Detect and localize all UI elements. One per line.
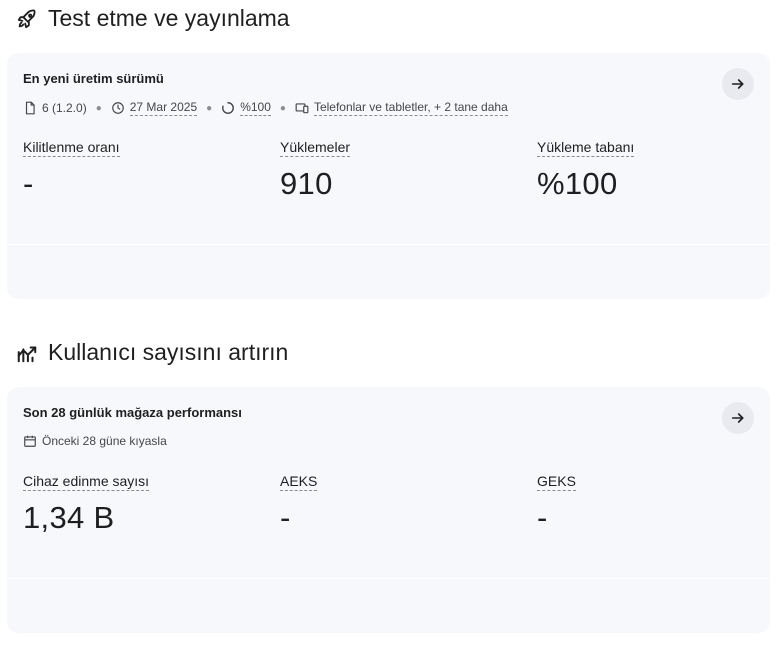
metric-value: - bbox=[23, 166, 34, 201]
release-section-title: Test etme ve yayınlama bbox=[16, 5, 290, 32]
compare-meta-row: Önceki 28 güne kıyasla bbox=[23, 434, 167, 448]
devices-icon bbox=[295, 103, 309, 114]
calendar-icon bbox=[24, 435, 36, 447]
clock-icon bbox=[111, 102, 124, 114]
release-section-title-text: Test etme ve yayınlama bbox=[48, 5, 290, 31]
growth-section-title: Kullanıcı sayısını artırın bbox=[16, 339, 288, 366]
release-date[interactable]: 27 Mar 2025 bbox=[111, 100, 198, 116]
metric-label[interactable]: Yükleme tabanı bbox=[537, 139, 635, 157]
release-devices[interactable]: Telefonlar ve tabletler, + 2 tane daha bbox=[295, 100, 508, 116]
meta-separator: ● bbox=[206, 102, 213, 114]
metric-geks: GEKS - bbox=[537, 473, 576, 536]
metric-value: - bbox=[537, 500, 548, 535]
file-icon bbox=[25, 101, 35, 115]
metric-label[interactable]: Kilitlenme oranı bbox=[23, 139, 120, 157]
release-meta-row: 6 (1.2.0) ● 27 Mar 2025 ● %100 ● Telefon… bbox=[23, 100, 508, 116]
metric-value: 910 bbox=[280, 166, 333, 201]
card-divider bbox=[7, 578, 770, 579]
release-date-text: 27 Mar 2025 bbox=[129, 100, 198, 116]
metric-value: %100 bbox=[537, 166, 618, 201]
compare-period: Önceki 28 güne kıyasla bbox=[23, 434, 167, 448]
release-devices-text: Telefonlar ve tabletler, + 2 tane daha bbox=[313, 100, 508, 116]
metric-installs: Yüklemeler 910 bbox=[280, 139, 351, 202]
metric-label[interactable]: AEKS bbox=[280, 473, 318, 491]
store-performance-card-title: Son 28 günlük mağaza performansı bbox=[23, 405, 242, 420]
metric-label[interactable]: GEKS bbox=[537, 473, 576, 491]
store-performance-open-button[interactable] bbox=[722, 402, 754, 434]
rocket-icon bbox=[17, 9, 36, 28]
growth-section-title-text: Kullanıcı sayısını artırın bbox=[48, 339, 289, 365]
store-performance-card: Son 28 günlük mağaza performansı Önceki … bbox=[7, 387, 770, 633]
metric-value: - bbox=[280, 500, 291, 535]
metric-value: 1,34 B bbox=[23, 500, 115, 535]
arrow-right-icon bbox=[731, 413, 744, 423]
latest-release-card: En yeni üretim sürümü 6 (1.2.0) ● 27 Mar… bbox=[7, 53, 770, 299]
metric-label[interactable]: Cihaz edinme sayısı bbox=[23, 473, 150, 491]
compare-period-text: Önceki 28 güne kıyasla bbox=[42, 434, 167, 448]
metric-aeks: AEKS - bbox=[280, 473, 318, 536]
metric-install-base: Yükleme tabanı %100 bbox=[537, 139, 635, 202]
meta-separator: ● bbox=[95, 102, 102, 114]
release-rollout-text: %100 bbox=[240, 100, 271, 116]
latest-release-open-button[interactable] bbox=[722, 68, 754, 100]
latest-release-card-title: En yeni üretim sürümü bbox=[23, 71, 164, 86]
arrow-right-icon bbox=[731, 79, 744, 89]
meta-separator: ● bbox=[279, 102, 286, 114]
metric-label[interactable]: Yüklemeler bbox=[280, 139, 351, 157]
card-divider bbox=[7, 244, 770, 245]
growth-chart-icon bbox=[17, 345, 37, 362]
release-rollout[interactable]: %100 bbox=[221, 100, 271, 116]
progress-icon bbox=[222, 102, 235, 114]
metric-device-acquisitions: Cihaz edinme sayısı 1,34 B bbox=[23, 473, 150, 536]
metric-crash-rate: Kilitlenme oranı - bbox=[23, 139, 120, 202]
release-version: 6 (1.2.0) bbox=[23, 101, 87, 115]
release-version-text: 6 (1.2.0) bbox=[42, 101, 87, 115]
